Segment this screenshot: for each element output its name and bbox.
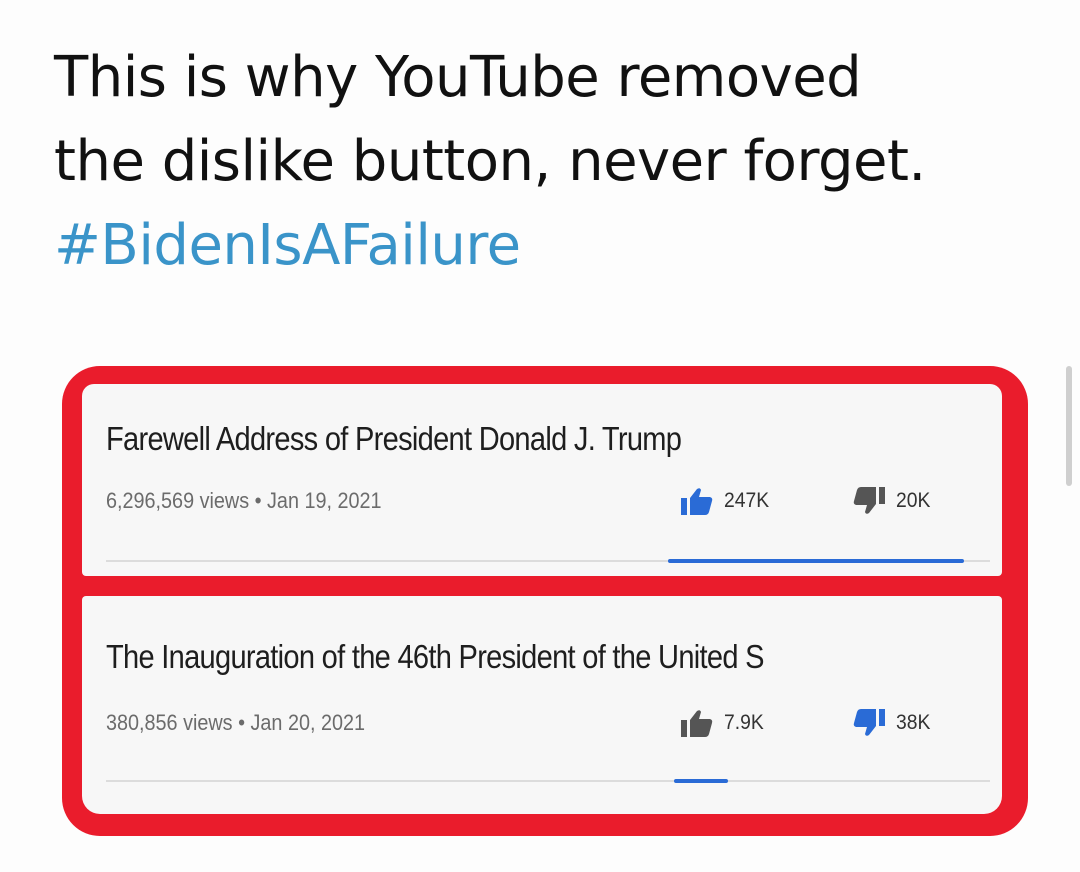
dislike-button[interactable]: 38K — [852, 708, 933, 738]
tweet-line-1: This is why YouTube removed — [54, 45, 862, 110]
video-title[interactable]: Farewell Address of President Donald J. … — [106, 420, 682, 458]
video-card-inauguration[interactable]: The Inauguration of the 46th President o… — [82, 596, 1002, 814]
thumbs-up-icon — [681, 710, 713, 737]
like-count: 7.9K — [724, 711, 764, 734]
like-ratio-track — [106, 780, 990, 782]
tweet-text: This is why YouTube removed the dislike … — [54, 36, 1044, 288]
like-button[interactable]: 7.9K — [680, 708, 767, 738]
thumbs-down-icon — [853, 487, 885, 514]
like-ratio-bar — [674, 779, 728, 783]
video-meta: 6,296,569 views • Jan 19, 2021 — [106, 488, 382, 513]
tweet-line-2: the dislike button, never forget. — [54, 129, 926, 194]
like-ratio-bar — [668, 559, 964, 563]
dislike-count: 20K — [896, 489, 931, 512]
like-button[interactable]: 247K — [680, 486, 773, 516]
like-count: 247K — [724, 489, 770, 512]
scrollbar[interactable] — [1066, 366, 1072, 486]
video-card-farewell[interactable]: Farewell Address of President Donald J. … — [82, 384, 1002, 576]
video-meta: 380,856 views • Jan 20, 2021 — [106, 710, 366, 735]
dislike-count: 38K — [896, 711, 931, 734]
video-title[interactable]: The Inauguration of the 46th President o… — [106, 638, 765, 676]
thumbs-up-icon — [681, 488, 713, 515]
dislike-button[interactable]: 20K — [852, 486, 933, 516]
thumbs-down-icon — [853, 709, 885, 736]
hashtag-link[interactable]: #BidenIsAFailure — [54, 204, 1044, 288]
